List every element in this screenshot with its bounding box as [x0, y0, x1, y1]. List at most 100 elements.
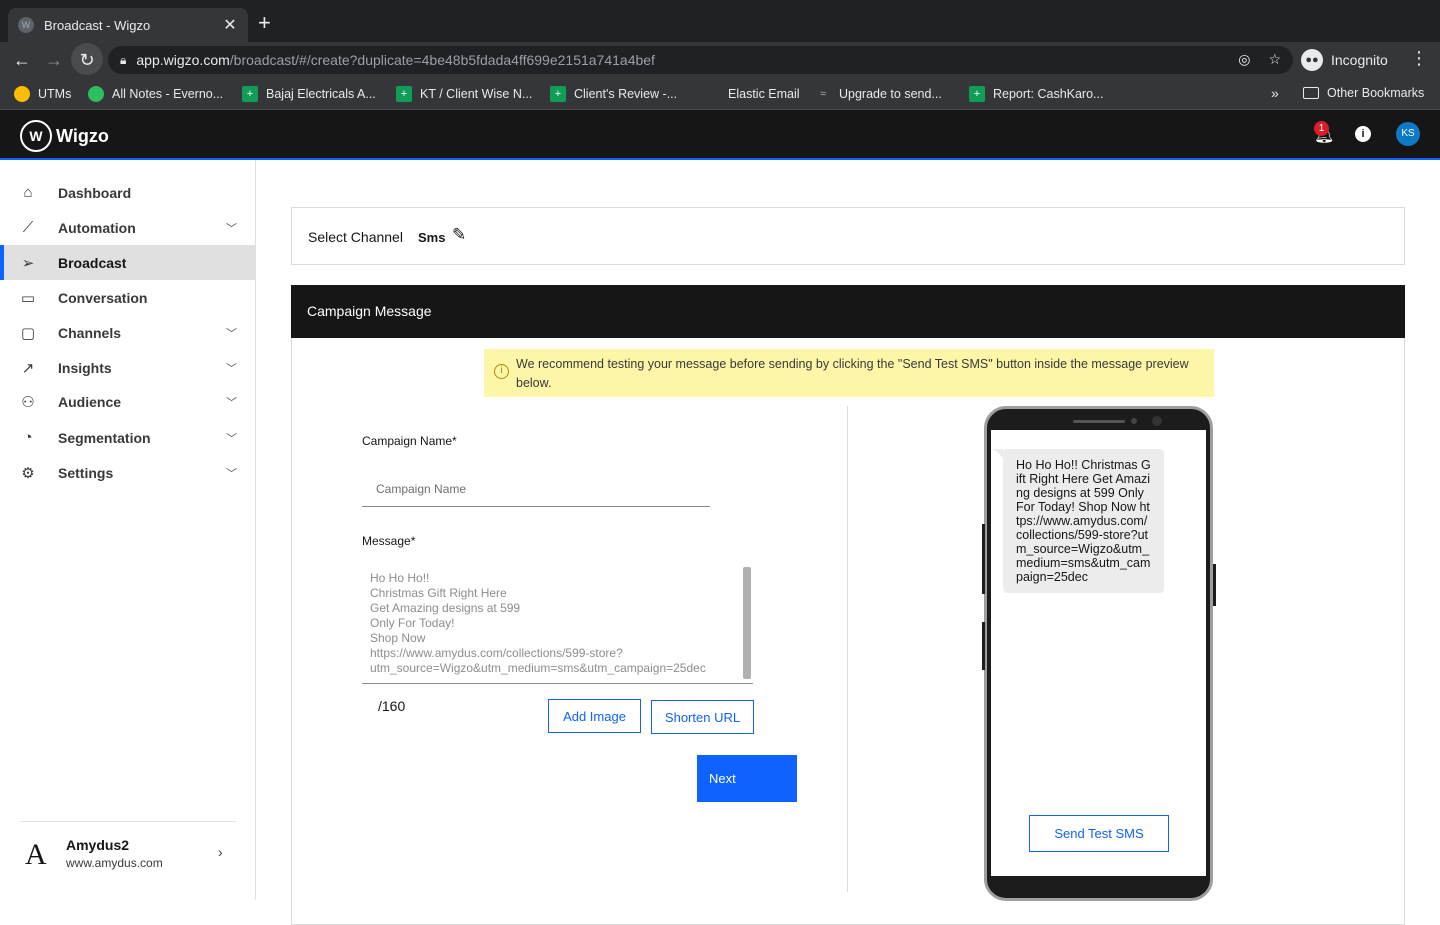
chevron-down-icon: ﹀ [226, 362, 237, 375]
tab-title: Broadcast - Wigzo [44, 17, 151, 33]
more-bookmarks-icon[interactable]: » [1271, 85, 1279, 101]
account-url: www.amydus.com [66, 856, 163, 870]
bookmark-label: Report: CashKaro... [993, 87, 1104, 101]
other-bookmarks-label: Other Bookmarks [1327, 86, 1425, 100]
sheets-icon: + [550, 86, 566, 102]
bookmark-item[interactable]: + Bajaj Electricals A... [242, 86, 376, 102]
sidebar-item-label: Automation [58, 219, 136, 236]
sidebar: ⌂ Dashboard ⟋ Automation ﹀ ➢ Broadcast ▭… [0, 160, 256, 900]
account-switcher[interactable]: A Amydus2 www.amydus.com › [20, 821, 236, 881]
sidebar-item-label: Dashboard [58, 184, 132, 201]
channels-icon: ▢ [20, 324, 36, 342]
message-line: Shop Now [370, 631, 426, 645]
bookmark-label: KT / Client Wise N... [420, 87, 533, 101]
info-circle-icon: i [494, 364, 509, 379]
sidebar-item-settings[interactable]: ⚙ Settings ﹀ [0, 455, 255, 490]
test-recommendation-notice: i We recommend testing your message befo… [484, 349, 1214, 397]
chevron-down-icon: ﹀ [226, 327, 237, 340]
sidebar-item-automation[interactable]: ⟋ Automation ﹀ [0, 210, 255, 245]
main-content: Select Channel Sms ✎ Campaign Message i … [256, 160, 1440, 925]
select-channel-box: Select Channel Sms ✎ [291, 207, 1405, 265]
shorten-url-button[interactable]: Shorten URL [651, 700, 754, 734]
campaign-name-input[interactable] [362, 471, 710, 507]
lock-icon[interactable]: 🔒︎ [120, 53, 126, 68]
bookmark-item[interactable]: ≈ Upgrade to send... [815, 86, 942, 102]
users-icon: ⚇ [21, 393, 35, 411]
sidebar-item-broadcast[interactable]: ➢ Broadcast [0, 245, 255, 280]
bookmark-label: Bajaj Electricals A... [266, 87, 376, 101]
sidebar-item-dashboard[interactable]: ⌂ Dashboard [0, 175, 255, 210]
forward-icon[interactable]: → [42, 48, 66, 72]
sms-message-bubble: Ho Ho Ho!! Christmas Gift Right Here Get… [994, 449, 1164, 593]
add-image-button[interactable]: Add Image [548, 699, 641, 733]
browser-tab[interactable]: W Broadcast - Wigzo ✕ [8, 8, 248, 42]
bookmark-label: Upgrade to send... [839, 87, 942, 101]
elastic-icon [704, 86, 720, 102]
bookmarks-bar: UTMs All Notes - Everno... + Bajaj Elect… [0, 78, 1440, 110]
character-counter: /160 [378, 698, 406, 714]
bookmark-item[interactable]: UTMs [14, 86, 71, 102]
message-scrollbar[interactable] [743, 567, 751, 679]
tracking-blocked-icon[interactable]: ◎ [1238, 51, 1250, 68]
new-tab-icon[interactable]: + [258, 12, 271, 34]
sidebar-item-channels[interactable]: ▢ Channels ﹀ [0, 315, 255, 350]
bookmark-item[interactable]: All Notes - Everno... [88, 86, 223, 102]
url-path: /broadcast/#/create?duplicate=4be48b5fda… [229, 52, 655, 68]
close-tab-icon[interactable]: ✕ [222, 15, 238, 35]
panel-title: Campaign Message [307, 303, 432, 319]
phone-sensor [1131, 418, 1137, 424]
incognito-icon: ●● [1301, 49, 1323, 71]
bookmark-item[interactable]: + KT / Client Wise N... [396, 86, 532, 102]
back-icon[interactable]: ← [10, 48, 34, 72]
browser-tab-strip: W Broadcast - Wigzo ✕ + [0, 0, 1440, 42]
campaign-name-label: Campaign Name* [362, 434, 457, 448]
edit-channel-icon[interactable]: ✎ [452, 225, 466, 245]
wigzo-logo[interactable]: W Wigzo [20, 120, 109, 152]
sidebar-item-label: Insights [58, 359, 112, 376]
message-line: Only For Today! [370, 616, 455, 630]
wigzo-favicon-icon: W [18, 17, 34, 33]
browser-menu-icon[interactable]: ⋮ [1410, 48, 1428, 69]
message-line: utm_source=Wigzo&utm_medium=sms&utm_camp… [370, 661, 706, 675]
message-line: https://www.amydus.com/collections/599-s… [370, 646, 623, 660]
bookmark-item[interactable]: + Report: CashKaro... [969, 86, 1103, 102]
incognito-profile[interactable]: ●● Incognito [1301, 46, 1388, 74]
notice-text: We recommend testing your message before… [516, 357, 1189, 390]
sidebar-item-segmentation[interactable]: ◔ Segmentation ﹀ [0, 420, 255, 455]
chevron-down-icon: ﹀ [226, 432, 237, 445]
wand-icon: ⟋ [22, 219, 34, 236]
incognito-label: Incognito [1331, 52, 1388, 68]
account-logo: A [25, 838, 47, 871]
sidebar-item-audience[interactable]: ⚇ Audience ﹀ [0, 384, 255, 419]
sidebar-item-label: Channels [58, 324, 122, 341]
sidebar-item-insights[interactable]: ↗ Insights ﹀ [0, 350, 255, 385]
chevron-down-icon: ﹀ [226, 396, 237, 409]
bookmark-star-icon[interactable]: ☆ [1268, 51, 1281, 68]
phone-screen: Ho Ho Ho!! Christmas Gift Right Here Get… [991, 430, 1206, 876]
message-label: Message* [362, 534, 416, 548]
reload-icon[interactable]: ↻ [75, 48, 99, 72]
bookmark-item[interactable]: + Client's Review -... [550, 86, 677, 102]
select-channel-label: Select Channel [308, 229, 403, 245]
sidebar-item-label: Conversation [58, 289, 148, 306]
message-textarea[interactable]: Ho Ho Ho!! Christmas Gift Right Here Get… [362, 563, 753, 684]
wigzo-icon: ≈ [815, 86, 831, 102]
bookmark-label: Elastic Email [728, 87, 800, 101]
bookmark-label: UTMs [38, 87, 72, 101]
other-bookmarks[interactable]: Other Bookmarks [1303, 86, 1424, 100]
notification-badge: 1 [1314, 121, 1329, 136]
next-button[interactable]: Next [697, 755, 797, 802]
bookmark-item[interactable]: Elastic Email [704, 86, 800, 102]
evernote-icon [88, 86, 104, 102]
send-test-sms-button[interactable]: Send Test SMS [1029, 815, 1169, 852]
panel-header: Campaign Message [291, 285, 1405, 338]
sheets-icon: + [969, 86, 985, 102]
notifications-button[interactable]: 🔔︎ 1 [1314, 121, 1334, 145]
chat-icon: ▭ [20, 289, 36, 307]
address-bar[interactable]: 🔒︎ app.wigzo.com/broadcast/#/create?dupl… [108, 46, 1293, 74]
info-icon[interactable]: i [1355, 126, 1371, 142]
sidebar-item-conversation[interactable]: ▭ Conversation [0, 280, 255, 315]
logo-text: Wigzo [56, 125, 109, 146]
user-avatar[interactable]: KS [1396, 122, 1420, 146]
sheets-icon: + [242, 86, 258, 102]
